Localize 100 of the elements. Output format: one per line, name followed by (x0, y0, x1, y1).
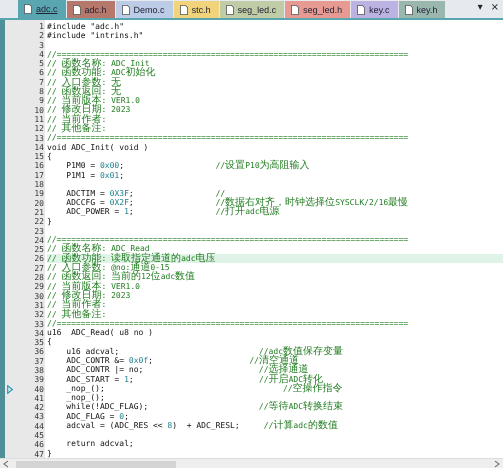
line-number: 46 (34, 440, 44, 450)
code-text: } (47, 216, 52, 226)
code-comment: //========================================================================= (47, 133, 408, 143)
number-literal: 0X2F (110, 198, 129, 208)
file-icon (72, 4, 81, 14)
line-number: 5 (39, 59, 44, 68)
code-comment: //等待ADC转换结束 (258, 402, 344, 412)
line-number: 26 (34, 254, 44, 264)
code-comment: // 函数返回: 无 (47, 86, 122, 96)
code-comment: // 当前版本: VER1.0 (47, 96, 140, 106)
line-number: 28 (34, 273, 44, 282)
code-text: ADC_POWER = (65, 207, 120, 217)
file-tab[interactable]: seg_led.h (285, 1, 350, 18)
code-text: adcval = (ADC_RES << (65, 421, 164, 430)
code-text: { (47, 152, 52, 162)
file-icon (357, 4, 366, 14)
tab-menu-button[interactable]: ▾ (478, 2, 483, 13)
line-number: 42 (34, 403, 44, 412)
scrollbar-thumb[interactable] (16, 460, 176, 468)
line-number: 14 (34, 142, 44, 152)
number-literal: 1 (124, 374, 129, 384)
code-text: P1M0 = (65, 161, 96, 171)
code-text: u16 adcval; (65, 346, 120, 356)
code-comment: // 当前作者: (47, 300, 106, 310)
code-comment: //数据右对齐，时钟选择位SYSCLK/2/16最慢 (216, 198, 408, 208)
code-text: #include "adc.h" (47, 22, 124, 32)
line-number: 39 (34, 375, 44, 385)
line-number: 16 (34, 161, 44, 171)
code-comment: //设置P10为高阻输入 (216, 161, 310, 171)
line-number: 8 (39, 87, 44, 96)
line-number: 36 (34, 347, 44, 357)
scroll-left-icon[interactable] (3, 460, 9, 468)
number-literal: 8 (167, 421, 172, 430)
line-number: 44 (34, 422, 44, 432)
file-tab[interactable]: key.c (351, 1, 398, 18)
code-comment: // 修改日期: 2023 (47, 290, 130, 300)
scroll-right-icon[interactable] (494, 460, 500, 468)
close-button[interactable]: × (490, 2, 499, 13)
code-comment: //开启ADC转化 (258, 374, 324, 384)
line-number: 1 (39, 22, 44, 32)
code-comment: // 函数功能: ADC初始化 (47, 68, 156, 78)
line-number: 45 (34, 431, 44, 440)
code-text: { (47, 337, 52, 347)
code-comment: // 函数名称: ADC_Read (47, 244, 150, 254)
code-comment: // (216, 188, 226, 198)
line-number: 41 (34, 394, 44, 404)
line-number: 30 (34, 292, 44, 301)
line-number: 47 (34, 450, 44, 459)
code-comment: // 当前版本: VER1.0 (47, 282, 140, 291)
code-comment: //adc数值保存变量 (258, 346, 344, 356)
line-number: 37 (34, 356, 44, 366)
code-comment: //========================================================================= (47, 50, 408, 59)
code-text: ; (128, 188, 135, 198)
code-comment: // 其他备注: (47, 310, 106, 319)
line-number: 35 (34, 338, 44, 348)
line-number: 21 (34, 208, 44, 218)
line-number: 18 (34, 180, 44, 190)
code-text: u16 ADC_Read( u8 no ) (47, 328, 153, 338)
file-tab[interactable]: seg_led.c (220, 1, 284, 18)
line-number: 3 (39, 40, 44, 50)
code-comment: //打开adc电源 (216, 207, 280, 217)
line-number: 2 (39, 31, 44, 41)
number-literal: 0 (119, 412, 124, 422)
code-comment: //========================================================================= (47, 235, 408, 244)
code-text: ; (148, 356, 154, 366)
line-number: 27 (34, 264, 44, 274)
line-number: 9 (39, 96, 44, 106)
line-number: 20 (34, 198, 44, 208)
file-tab[interactable]: Demo.c (116, 1, 173, 18)
number-literal: 0x01 (100, 170, 120, 180)
line-number: 13 (34, 134, 44, 143)
file-tab[interactable]: adc.h (66, 1, 115, 18)
code-text: ADCCFG = (65, 198, 106, 208)
file-icon (226, 4, 234, 14)
file-tab[interactable]: stc.h (174, 1, 219, 18)
line-number: 38 (34, 366, 44, 376)
line-number: 34 (34, 328, 44, 338)
code-text: ; (128, 207, 135, 217)
code-comment: // 函数返回: 当前的12位adc数值 (47, 272, 196, 282)
code-text: } (47, 448, 52, 458)
code-text: ) + ADC_RESL; (172, 421, 241, 430)
code-text: P1M1 = (65, 170, 96, 180)
line-number: 11 (34, 114, 44, 124)
code-comment: // 修改日期: 2023 (47, 105, 130, 115)
code-comment: // 函数名称: ADC_Init (47, 58, 150, 68)
line-number: 15 (34, 152, 44, 162)
code-text: ; (124, 412, 129, 422)
line-number: 40 (34, 384, 44, 394)
number-literal: 0x00 (100, 161, 120, 171)
code-text: ADC_CONTR |= no; (65, 365, 144, 375)
code-comment: //计算adc的数值 (264, 421, 338, 430)
file-tab[interactable]: key.h (398, 1, 446, 18)
code-comment: // 其他备注: (47, 124, 106, 134)
line-number: 22 (34, 217, 44, 227)
line-number: 19 (34, 189, 44, 199)
line-number: 25 (34, 245, 44, 254)
code-text: ; (128, 198, 135, 208)
line-number: 31 (34, 300, 44, 310)
file-tab[interactable]: adc.c (18, 0, 66, 18)
code-comment: //清空通道 (249, 356, 299, 366)
